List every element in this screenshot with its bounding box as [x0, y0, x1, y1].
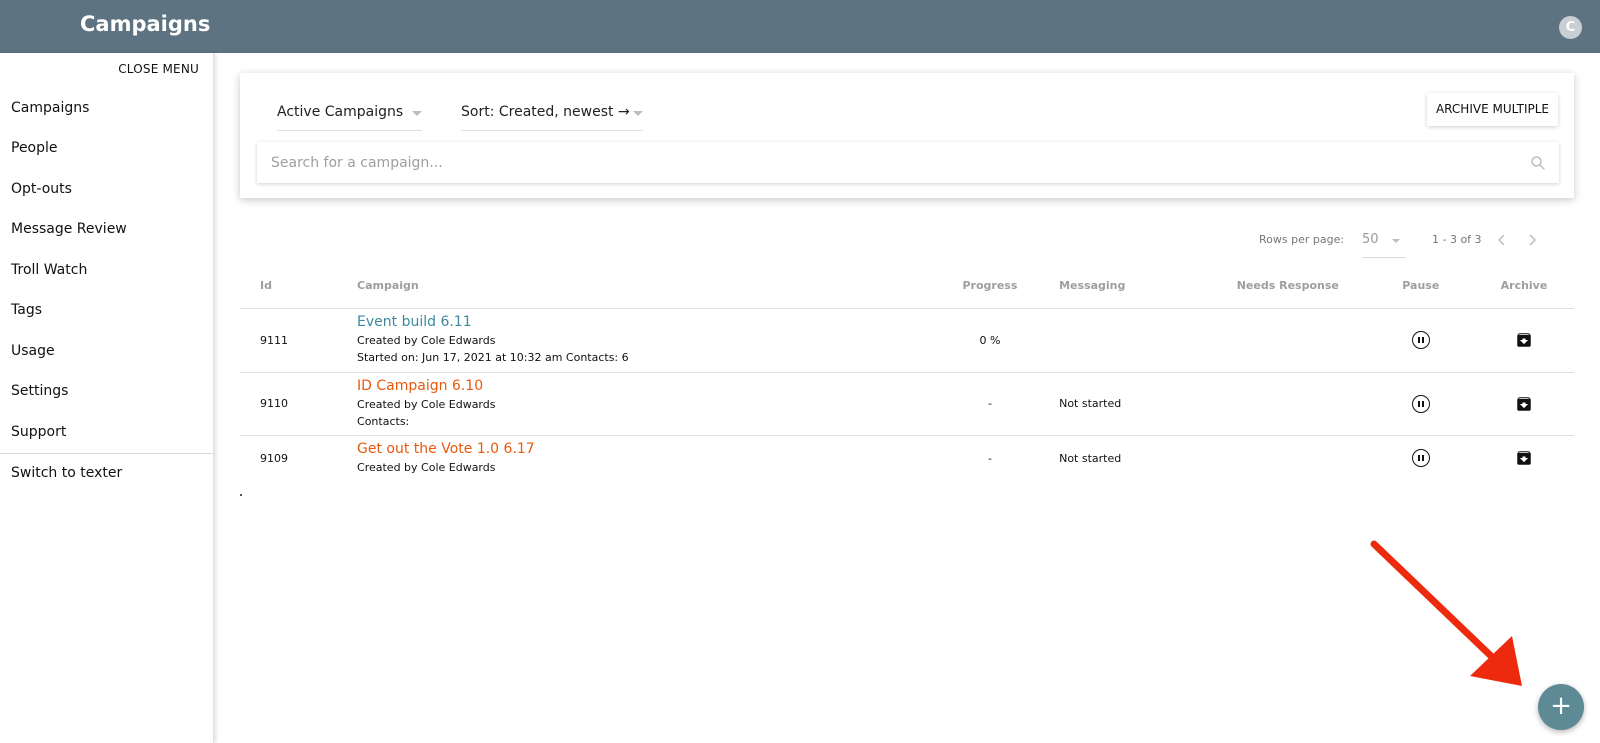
campaign-id: 9109	[260, 451, 288, 465]
page-title: Campaigns	[80, 12, 211, 36]
pause-icon[interactable]	[1411, 331, 1430, 349]
campaign-progress: -	[987, 451, 992, 465]
campaign-messaging: Not started	[1059, 372, 1209, 436]
campaign-id: 9111	[240, 308, 358, 373]
create-campaign-fab[interactable]: +	[1538, 684, 1584, 730]
campaign-progress: -	[920, 372, 1060, 436]
rows-per-page-label: Rows per page:	[1259, 233, 1345, 246]
sidebar-item-settings[interactable]: Settings	[11, 383, 68, 399]
sidebar-divider	[0, 453, 213, 454]
search-input[interactable]	[271, 152, 1501, 174]
archive-cell	[1473, 308, 1574, 373]
archive-cell	[1473, 372, 1574, 436]
campaign-start-info: Contacts:	[357, 414, 410, 428]
campaign-needs-response	[1208, 372, 1368, 436]
pause-icon[interactable]	[1411, 394, 1430, 413]
plus-icon: +	[1550, 691, 1572, 721]
column-header-id[interactable]: Id	[240, 263, 358, 309]
table-row[interactable]: 9111 Event build 6.11 Created by Cole Ed…	[240, 308, 1574, 373]
sidebar-item-tags[interactable]: Tags	[11, 302, 42, 318]
archive-icon[interactable]	[1515, 449, 1533, 467]
archive-icon[interactable]	[1515, 395, 1533, 413]
campaign-cell: Event build 6.11 Created by Cole Edwards…	[357, 308, 921, 373]
campaign-name-link[interactable]: Event build 6.11	[357, 314, 921, 330]
pagination-range: 1 - 3 of 3	[1432, 233, 1482, 246]
archive-cell	[1474, 435, 1574, 481]
campaign-cell: Get out the Vote 1.0 6.17 Created by Col…	[357, 435, 921, 481]
status-filter-dropdown[interactable]: Active Campaigns	[277, 97, 422, 131]
user-avatar[interactable]: C	[1559, 16, 1582, 39]
archive-multiple-button[interactable]: ARCHIVE MULTIPLE	[1427, 93, 1558, 126]
sidebar-item-support[interactable]: Support	[11, 424, 66, 440]
table-row[interactable]: 9109 Get out the Vote 1.0 6.17 Created b…	[240, 435, 1574, 481]
search-icon[interactable]	[1529, 154, 1547, 172]
archive-icon[interactable]	[1515, 331, 1533, 349]
column-header-needs-response[interactable]: Needs Response	[1208, 263, 1368, 309]
campaign-cell: ID Campaign 6.10 Created by Cole Edwards…	[357, 372, 921, 436]
rows-per-page-select[interactable]: 50	[1362, 226, 1406, 258]
sidebar-item-usage[interactable]: Usage	[11, 343, 55, 359]
campaign-start-info: Started on: Jun 17, 2021 at 10:32 am Con…	[357, 351, 629, 364]
table-row[interactable]: 9110 ID Campaign 6.10 Created by Cole Ed…	[240, 372, 1574, 436]
campaign-creator: Created by Cole Edwards	[357, 460, 496, 474]
campaign-name-link[interactable]: Get out the Vote 1.0 6.17	[357, 441, 921, 457]
chevron-down-icon	[633, 111, 643, 116]
sidebar-item-troll-watch[interactable]: Troll Watch	[11, 262, 87, 278]
next-page-button[interactable]	[1524, 232, 1540, 248]
pause-cell	[1367, 308, 1474, 373]
status-filter-value: Active Campaigns	[277, 104, 404, 120]
rows-per-page-value: 50	[1362, 232, 1379, 247]
campaign-creator: Created by Cole Edwards	[357, 397, 496, 411]
pause-cell	[1367, 372, 1474, 436]
column-header-campaign[interactable]: Campaign	[357, 263, 921, 309]
column-header-archive: Archive	[1473, 263, 1574, 309]
pause-cell	[1368, 435, 1474, 481]
column-header-messaging[interactable]: Messaging	[1059, 263, 1209, 309]
campaign-messaging: Not started	[1059, 451, 1122, 465]
sidebar-item-message-review[interactable]: Message Review	[11, 221, 127, 237]
chevron-down-icon	[412, 111, 422, 116]
column-header-progress[interactable]: Progress	[920, 263, 1060, 309]
campaign-needs-response	[1208, 435, 1368, 481]
previous-page-button[interactable]	[1494, 232, 1510, 248]
sidebar-item-campaigns[interactable]: Campaigns	[11, 100, 89, 116]
sidebar-item-opt-outs[interactable]: Opt-outs	[11, 181, 72, 197]
chevron-right-icon	[1529, 234, 1537, 246]
campaign-messaging	[1059, 308, 1209, 373]
column-header-pause: Pause	[1367, 263, 1474, 309]
campaign-creator: Created by Cole Edwards	[357, 334, 496, 347]
stray-dot	[240, 494, 242, 496]
chevron-down-icon	[1392, 239, 1400, 243]
close-menu-button[interactable]: CLOSE MENU	[118, 62, 199, 76]
sidebar-item-switch-to-texter[interactable]: Switch to texter	[11, 465, 122, 481]
chevron-left-icon	[1497, 234, 1505, 246]
campaign-name-link[interactable]: ID Campaign 6.10	[357, 378, 921, 394]
campaign-filter-card: Active Campaigns Sort: Created, newest →…	[240, 73, 1574, 198]
campaigns-table: Id Campaign Progress Messaging Needs Res…	[240, 263, 1574, 481]
top-app-bar: Campaigns C	[0, 0, 1600, 53]
campaign-progress: 0 %	[920, 308, 1060, 373]
sort-dropdown[interactable]: Sort: Created, newest →	[461, 97, 643, 131]
sidebar-item-people[interactable]: People	[11, 140, 58, 156]
pause-icon[interactable]	[1411, 449, 1430, 468]
table-header-row: Id Campaign Progress Messaging Needs Res…	[240, 263, 1574, 309]
campaign-needs-response	[1208, 308, 1368, 373]
search-box	[257, 142, 1559, 183]
sidebar: CLOSE MENU Campaigns People Opt-outs Mes…	[0, 53, 214, 743]
campaign-id: 9110	[240, 372, 358, 436]
sort-value: Sort: Created, newest →	[461, 104, 630, 120]
